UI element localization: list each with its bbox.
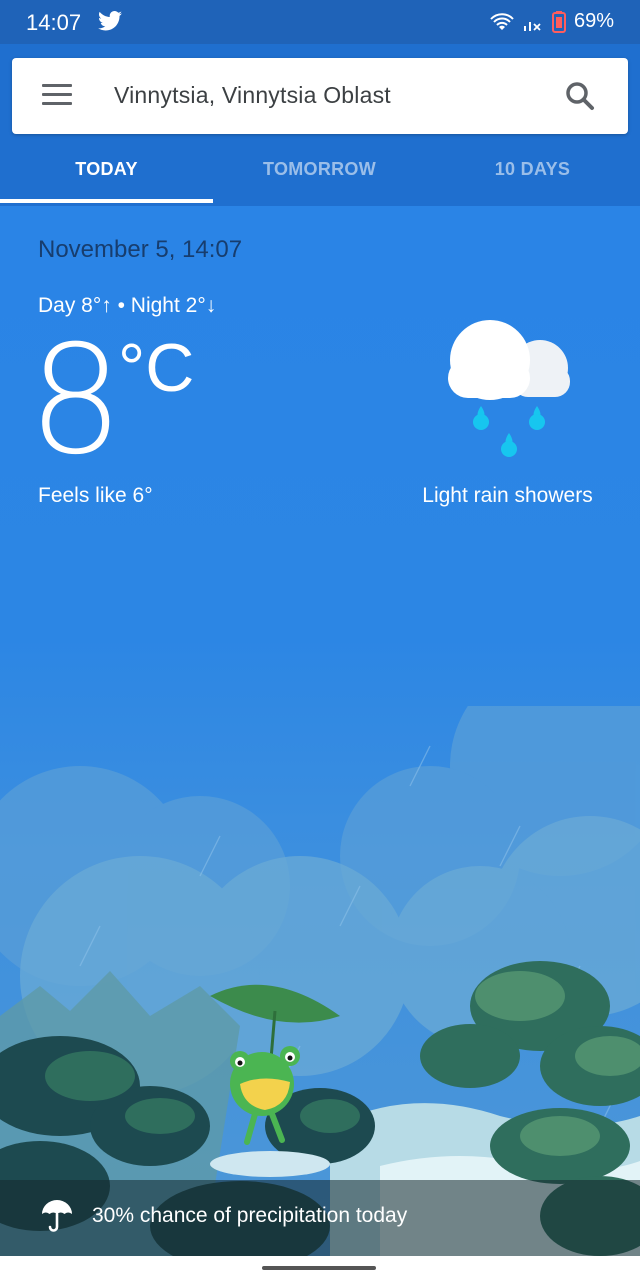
signal-icon [523, 21, 541, 31]
feels-like: Feels like 6° [38, 484, 153, 507]
condition-text: Light rain showers [422, 484, 593, 507]
tab-today[interactable]: TODAY [0, 146, 213, 206]
weather-panel: November 5, 14:07 Day 8°↑ • Night 2°↓ 8 … [0, 206, 640, 1280]
gesture-nav-bar [0, 1256, 640, 1280]
active-tab-indicator [0, 199, 213, 203]
current-date: November 5, 14:07 [38, 236, 243, 263]
battery-icon [551, 10, 566, 33]
temperature-unit: °C [118, 330, 195, 406]
wifi-icon [490, 12, 514, 30]
search-icon[interactable] [564, 80, 596, 112]
precipitation-text: 30% chance of precipitation today [92, 1204, 408, 1227]
tab-bar: TODAY TOMORROW 10 DAYS [0, 146, 640, 206]
tab-10-days[interactable]: 10 DAYS [426, 146, 639, 206]
precipitation-banner[interactable]: 30% chance of precipitation today [0, 1180, 640, 1256]
current-temperature: 8 [28, 314, 124, 488]
tab-tomorrow[interactable]: TOMORROW [213, 146, 426, 206]
app-bar: Vinnytsia, Vinnytsia Oblast TODAY TOMORR… [0, 44, 640, 206]
twitter-icon [98, 11, 122, 31]
status-icons: 69% [490, 10, 614, 33]
status-bar: 14:07 69% [0, 0, 640, 44]
location-search-field[interactable]: Vinnytsia, Vinnytsia Oblast [114, 82, 391, 109]
umbrella-icon [42, 1200, 72, 1232]
status-time: 14:07 [26, 10, 82, 35]
home-handle[interactable] [262, 1266, 376, 1270]
cloud-rain-icon [448, 320, 570, 457]
battery-percent: 69% [573, 10, 614, 32]
menu-icon[interactable] [42, 84, 72, 108]
search-box[interactable]: Vinnytsia, Vinnytsia Oblast [12, 58, 628, 134]
